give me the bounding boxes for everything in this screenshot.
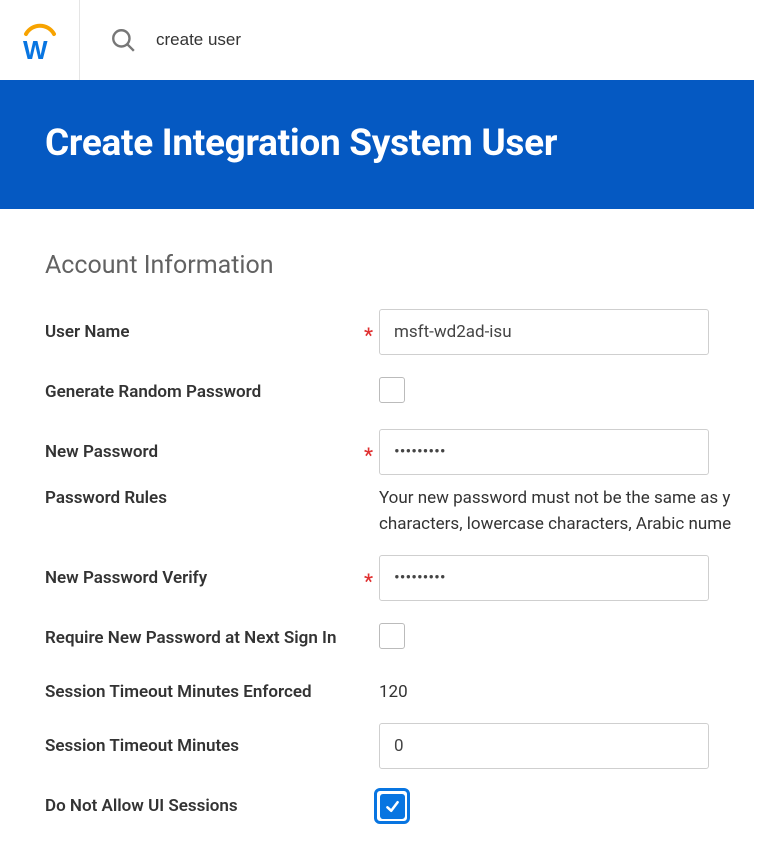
topbar: W [0,0,777,80]
do-not-allow-ui-sessions-checkbox[interactable] [374,788,410,824]
label-username: User Name [45,322,355,342]
label-password-rules: Password Rules [45,486,355,508]
svg-text:W: W [23,35,48,60]
search-icon [110,27,136,53]
label-session-timeout-enforced: Session Timeout Minutes Enforced [45,682,355,702]
label-new-password-verify: New Password Verify [45,568,355,588]
new-password-input[interactable] [379,429,709,475]
row-username: User Name * [45,306,777,358]
session-timeout-minutes-input[interactable] [379,723,709,769]
row-generate-random-password: Generate Random Password [45,366,777,418]
row-session-timeout-enforced: Session Timeout Minutes Enforced 120 [45,672,777,712]
new-password-verify-input[interactable] [379,555,709,601]
username-input[interactable] [379,309,709,355]
row-require-new-password: Require New Password at Next Sign In [45,612,777,664]
workday-logo-icon: W [22,20,58,60]
session-timeout-enforced-value: 120 [379,682,408,702]
row-new-password: New Password * [45,426,777,478]
label-new-password: New Password [45,442,355,462]
label-session-timeout-minutes: Session Timeout Minutes [45,736,355,756]
required-star: * [364,569,373,593]
search-bar [80,27,777,53]
password-rules-text: Your new password must not be the same a… [379,486,777,537]
required-star: * [364,323,373,347]
row-session-timeout-minutes: Session Timeout Minutes [45,720,777,772]
checkmark-icon [384,798,401,815]
label-require-new-password: Require New Password at Next Sign In [45,628,355,648]
label-do-not-allow-ui-sessions: Do Not Allow UI Sessions [45,796,355,816]
require-new-password-checkbox[interactable] [379,623,405,649]
row-new-password-verify: New Password Verify * [45,552,777,604]
workday-logo[interactable]: W [0,0,80,80]
generate-random-password-checkbox[interactable] [379,377,405,403]
section-title: Account Information [45,251,777,280]
label-generate-random-password: Generate Random Password [45,382,355,402]
required-star: * [364,443,373,467]
page-title: Create Integration System User [45,122,754,165]
row-do-not-allow-ui-sessions: Do Not Allow UI Sessions [45,780,777,832]
account-info-section: Account Information User Name * Generate… [0,209,777,832]
row-password-rules: Password Rules Your new password must no… [45,486,777,538]
search-input[interactable] [154,29,554,51]
page-header: Create Integration System User [0,80,754,209]
